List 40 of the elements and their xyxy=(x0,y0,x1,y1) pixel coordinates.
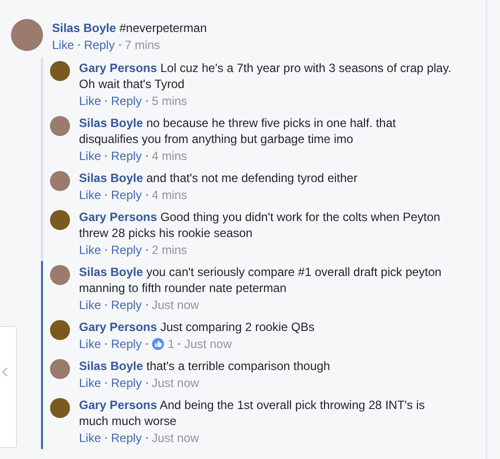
comment-text: Gary Persons Just comparing 2 rookie QBs xyxy=(79,319,316,335)
comment-text: Gary Persons Good thing you didn't work for the colts when Peyton threw 28 picks his rookie season xyxy=(79,209,442,241)
comment-text: Gary Persons And being the 1st overall pick throwing 28 INT's is much much worse xyxy=(79,397,426,429)
action-link[interactable]: Reply xyxy=(84,37,115,53)
action-link[interactable]: Reply xyxy=(111,93,142,109)
comment-text: #neverpeterman xyxy=(119,21,207,35)
action-link[interactable]: Like xyxy=(79,148,102,164)
action-link[interactable]: Reply xyxy=(111,148,142,164)
like-count: 1 xyxy=(168,336,174,352)
action-link[interactable]: Reply xyxy=(111,297,142,313)
timestamp: 4 mins xyxy=(152,187,188,203)
action-link[interactable]: Reply xyxy=(111,242,142,258)
comment-text: Silas Boyle you can't seriously compare #1 overall draft pick peyton manning to fifth rounder nate peterman xyxy=(79,264,442,296)
timestamp: 5 mins xyxy=(152,93,188,109)
action-link[interactable]: Reply xyxy=(111,375,142,391)
timestamp: 2 mins xyxy=(152,242,188,258)
action-link[interactable]: Like xyxy=(79,93,102,109)
action-link[interactable]: Reply xyxy=(111,430,142,446)
timestamp: 4 mins xyxy=(152,148,188,164)
timestamp: Just now xyxy=(152,375,200,391)
timestamp: 7 mins xyxy=(124,37,160,53)
action-link[interactable]: Like xyxy=(79,187,102,203)
like-icon xyxy=(152,338,164,350)
action-link[interactable]: Reply xyxy=(111,336,142,352)
comment-text: Silas Boyle that's a terrible comparison though xyxy=(79,358,332,374)
action-link[interactable]: Like xyxy=(79,430,102,446)
action-link[interactable]: Like xyxy=(79,375,102,391)
action-link[interactable]: Like xyxy=(79,242,102,258)
author-name[interactable]: Silas Boyle xyxy=(52,21,116,35)
comment-text: Silas Boyle no because he threw five picks in one half. that disqualifies you from anything but garbage time imo xyxy=(79,115,397,147)
chevron-icon[interactable] xyxy=(2,367,8,377)
timestamp: Just now xyxy=(152,430,200,446)
action-link[interactable]: Like xyxy=(79,336,102,352)
timestamp: Just now xyxy=(184,336,232,352)
comment-text: Silas Boyle and that's not me defending tyrod either xyxy=(79,170,358,186)
comment-text: Gary Persons Lol cuz he's a 7th year pro with 3 seasons of crap play. Oh wait that's Tyrod xyxy=(79,60,452,92)
action-link[interactable]: Reply xyxy=(111,187,142,203)
action-link[interactable]: Like xyxy=(52,37,74,53)
action-link[interactable]: Like xyxy=(79,297,102,313)
timestamp: Just now xyxy=(152,297,200,313)
